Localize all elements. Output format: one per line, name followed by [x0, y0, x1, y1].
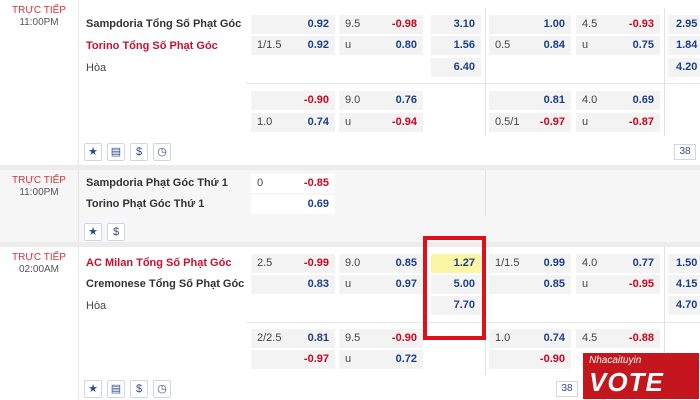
match-block-1: TRỰC TIẾP 11:00PM Sampdoria Tổng Số Phạt… — [0, 0, 700, 165]
divider — [485, 170, 486, 216]
divider — [246, 83, 700, 84]
1x2-half-cell[interactable]: 4.20 — [668, 58, 700, 77]
handicap-half-cell[interactable]: 0.81 — [489, 91, 571, 110]
logo-line-2: VOTE — [589, 367, 664, 397]
live-status: TRỰC TIẾP — [12, 252, 66, 263]
handicap-cell[interactable]: 0.83 — [251, 275, 335, 294]
handicap-cell[interactable]: 0.69 — [251, 195, 335, 214]
over-under-cell[interactable]: u 0.80 — [339, 36, 423, 55]
handicap-cell[interactable]: -0.90 — [251, 91, 335, 110]
stats-icon[interactable]: ▤ — [107, 143, 125, 161]
1x2-half-cell[interactable]: 1.84 — [668, 36, 700, 55]
live-status: TRỰC TIẾP — [12, 5, 66, 16]
more-markets-count[interactable]: 38 — [556, 381, 578, 397]
over-under-cell[interactable]: 9.5 -0.98 — [339, 15, 423, 34]
away-team[interactable]: Torino Tổng Số Phạt Góc — [86, 36, 218, 56]
history-clock-icon[interactable]: ◷ — [153, 380, 171, 398]
over-under-cell[interactable]: u -0.94 — [339, 113, 423, 132]
handicap-half-cell[interactable]: -0.90 — [489, 350, 571, 369]
over-under-half-cell[interactable]: u 0.75 — [576, 36, 660, 55]
handicap-half-cell[interactable]: 0.5/1 -0.97 — [489, 113, 571, 132]
over-under-half-cell[interactable]: u -0.95 — [576, 275, 660, 294]
match-time: TRỰC TIẾP 02:00AM — [0, 247, 78, 276]
1x2-half-cell[interactable]: 4.70 — [668, 296, 700, 315]
match-block-2: TRỰC TIẾP 11:00PM Sampdoria Phạt Góc Thứ… — [0, 170, 700, 242]
handicap-cell[interactable]: 0.92 — [251, 15, 335, 34]
1x2-cell[interactable]: 1.56 — [431, 36, 481, 55]
divider — [78, 247, 79, 400]
dollar-icon[interactable]: $ — [130, 143, 148, 161]
over-under-half-cell[interactable]: 4.0 0.69 — [576, 91, 660, 110]
divider — [664, 8, 665, 136]
home-team[interactable]: Sampdoria Tổng Số Phạt Góc — [86, 14, 241, 34]
handicap-cell[interactable]: 2/2.5 0.81 — [251, 329, 335, 348]
1x2-cell[interactable]: 6.40 — [431, 58, 481, 77]
handicap-half-cell[interactable]: 1.00 — [489, 15, 571, 34]
handicap-cell[interactable]: 1.0 0.74 — [251, 113, 335, 132]
1x2-cell[interactable]: 3.10 — [431, 15, 481, 34]
divider — [485, 8, 486, 136]
dollar-icon[interactable]: $ — [107, 223, 125, 241]
match-time: TRỰC TIẾP 11:00PM — [0, 0, 78, 29]
handicap-cell[interactable]: -0.97 — [251, 350, 335, 369]
match-toolbar: ★ $ — [84, 223, 184, 241]
more-markets-count[interactable]: 38 — [674, 144, 696, 160]
1x2-half-cell[interactable]: 1.50 — [668, 254, 700, 273]
match-time: TRỰC TIẾP 11:00PM — [0, 170, 78, 199]
match-toolbar: ★ ▤ $ ◷ — [84, 143, 696, 161]
away-team[interactable]: Cremonese Tổng Số Phạt Góc — [86, 274, 244, 294]
handicap-cell[interactable]: 0 -0.85 — [251, 174, 335, 193]
dollar-icon[interactable]: $ — [130, 380, 148, 398]
handicap-cell[interactable]: 1/1.5 0.92 — [251, 36, 335, 55]
kickoff-time: 11:00PM — [19, 17, 59, 28]
draw-label: Hòa — [86, 62, 107, 74]
favorite-star-icon[interactable]: ★ — [84, 143, 102, 161]
over-under-half-cell[interactable]: 4.5 -0.88 — [576, 329, 660, 348]
over-under-cell[interactable]: 9.5 -0.90 — [339, 329, 423, 348]
1x2-half-cell[interactable]: 2.95 — [668, 15, 700, 34]
over-under-cell[interactable]: 9.0 0.76 — [339, 91, 423, 110]
live-status: TRỰC TIẾP — [12, 175, 66, 186]
logo-line-1: Nhacaituyin — [589, 355, 642, 366]
favorite-star-icon[interactable]: ★ — [84, 380, 102, 398]
1x2-half-cell[interactable]: 4.15 — [668, 275, 700, 294]
over-under-cell[interactable]: 9.0 0.85 — [339, 254, 423, 273]
favorite-star-icon[interactable]: ★ — [84, 223, 102, 241]
kickoff-time: 02:00AM — [18, 264, 60, 275]
handicap-half-cell[interactable]: 1/1.5 0.99 — [489, 254, 571, 273]
stats-icon[interactable]: ▤ — [107, 380, 125, 398]
home-team[interactable]: AC Milan Tổng Số Phạt Góc — [86, 253, 231, 273]
draw-label: Hòa — [86, 300, 107, 312]
handicap-half-cell[interactable]: 0.5 0.84 — [489, 36, 571, 55]
home-team[interactable]: Sampdoria Phạt Góc Thứ 1 — [86, 173, 228, 193]
handicap-cell[interactable]: 2.5 -0.99 — [251, 254, 335, 273]
over-under-half-cell[interactable]: 4.5 -0.93 — [576, 15, 660, 34]
over-under-half-cell[interactable]: 4.0 0.77 — [576, 254, 660, 273]
divider — [78, 170, 79, 242]
over-under-cell[interactable]: u 0.72 — [339, 350, 423, 369]
match-toolbar: ★ ▤ $ ◷ — [84, 380, 584, 398]
handicap-half-cell[interactable]: 1.0 0.74 — [489, 329, 571, 348]
vote-watermark-logo: Nhacaituyin VOTE — [583, 353, 699, 399]
away-team[interactable]: Torino Phạt Góc Thứ 1 — [86, 194, 204, 214]
handicap-half-cell[interactable]: 0.85 — [489, 275, 571, 294]
over-under-cell[interactable]: u 0.97 — [339, 275, 423, 294]
divider — [78, 0, 79, 165]
highlight-annotation-box — [423, 236, 486, 340]
kickoff-time: 11:00PM — [19, 187, 59, 198]
over-under-half-cell[interactable]: u -0.87 — [576, 113, 660, 132]
history-clock-icon[interactable]: ◷ — [153, 143, 171, 161]
